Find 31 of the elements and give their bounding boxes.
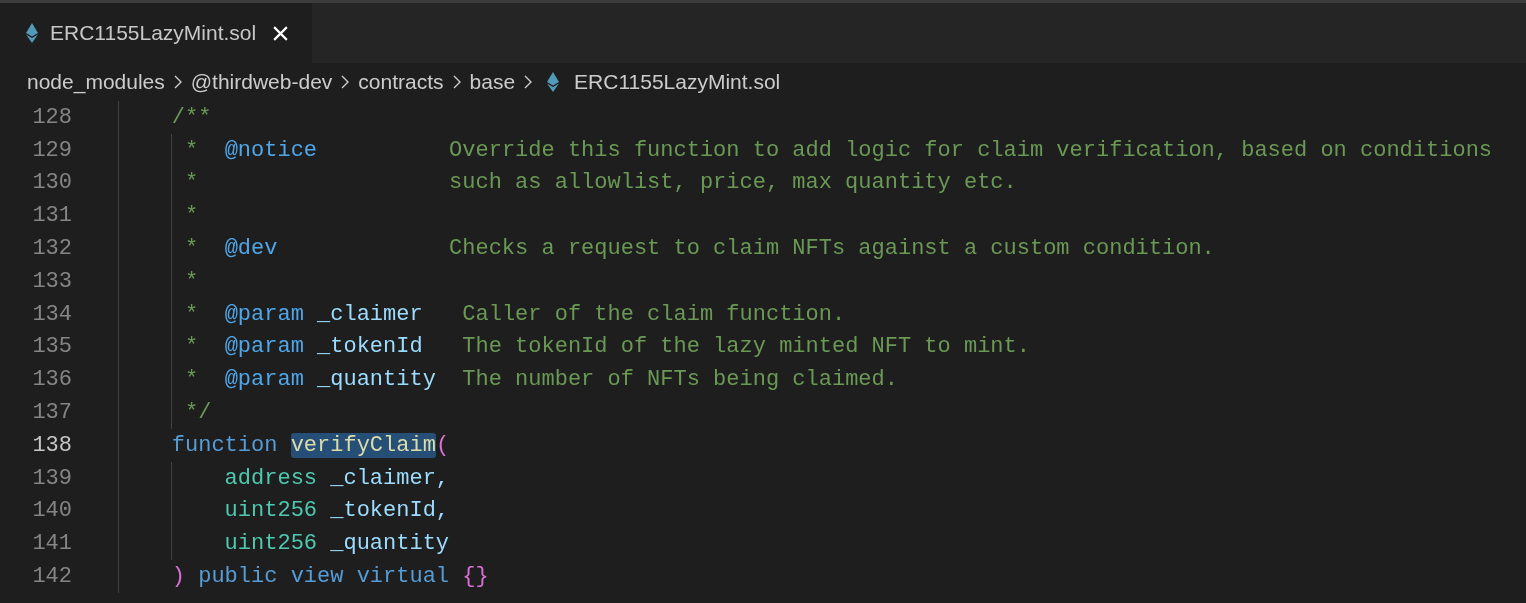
chevron-icon <box>341 75 350 89</box>
line-number: 133 <box>31 268 72 294</box>
chevron-icon <box>452 75 461 89</box>
close-icon[interactable] <box>272 24 290 42</box>
editor-tab[interactable]: ERC1155LazyMint.sol <box>0 3 312 63</box>
chevron-icon <box>524 75 533 89</box>
diamond-icon <box>26 23 38 43</box>
line-number: 138 <box>31 432 72 458</box>
line-number: 137 <box>31 400 72 426</box>
line-number: 141 <box>31 531 72 557</box>
chevron-icon <box>173 75 182 89</box>
folder-crumb[interactable]: contracts <box>358 70 444 94</box>
line-number: 134 <box>31 301 72 327</box>
line-number: 142 <box>31 564 72 590</box>
folder-crumb[interactable]: base <box>469 70 516 94</box>
line-number: 140 <box>31 498 72 524</box>
line-number: 136 <box>31 367 72 393</box>
line-number: 129 <box>31 137 72 163</box>
code-line: ) public view virtual {} <box>118 560 489 593</box>
file-crumb[interactable]: ERC1155LazyMint.sol <box>574 70 781 94</box>
code-line: /** <box>118 101 212 134</box>
folder-crumb[interactable]: node_modules <box>27 70 165 94</box>
line-number: 132 <box>31 236 72 262</box>
line-number: 131 <box>31 203 72 229</box>
diamond-icon <box>547 72 560 92</box>
line-number: 128 <box>31 104 72 130</box>
line-number: 130 <box>31 170 72 196</box>
code-line: function verifyClaim( <box>118 428 450 462</box>
line-number: 135 <box>31 334 72 360</box>
folder-crumb[interactable]: @thirdweb-dev <box>190 70 333 94</box>
line-number: 139 <box>31 465 72 491</box>
